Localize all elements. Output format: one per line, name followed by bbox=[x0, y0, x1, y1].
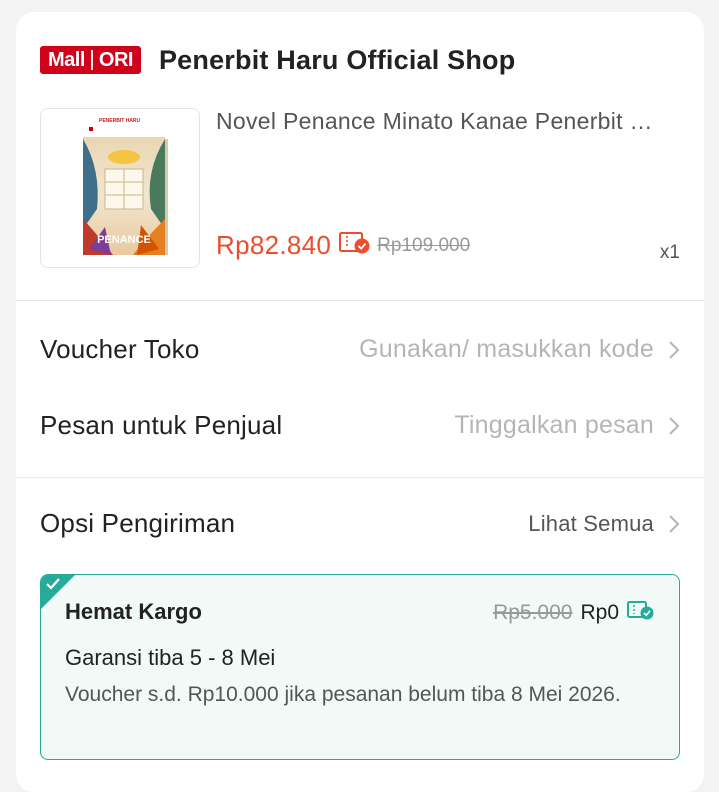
shop-name[interactable]: Penerbit Haru Official Shop bbox=[159, 45, 515, 76]
see-all-text: Lihat Semua bbox=[528, 510, 654, 536]
voucher-label: Voucher Toko bbox=[40, 334, 200, 364]
voucher-action: Gunakan/ masukkan kode bbox=[359, 335, 680, 364]
ori-badge-text: ORI bbox=[98, 48, 134, 71]
chevron-right-icon bbox=[669, 514, 680, 533]
shipping-option-name: Hemat Kargo bbox=[65, 599, 202, 624]
message-placeholder: Tinggalkan pesan bbox=[454, 411, 654, 439]
message-action: Tinggalkan pesan bbox=[454, 411, 680, 440]
mall-badge-text: Mall bbox=[48, 48, 85, 71]
message-label: Pesan untuk Penjual bbox=[40, 410, 283, 440]
shipping-option-card[interactable]: Hemat Kargo Rp5.000 Rp0 Garansi tiba 5 -… bbox=[40, 574, 680, 760]
product-title[interactable]: Novel Penance Minato Kanae Penerbit … bbox=[216, 108, 676, 135]
check-icon bbox=[46, 578, 60, 590]
voucher-placeholder: Gunakan/ masukkan kode bbox=[359, 335, 654, 363]
product-price: Rp82.840 bbox=[216, 230, 332, 260]
divider bbox=[16, 300, 704, 301]
shipping-old-price: Rp5.000 bbox=[493, 600, 573, 624]
quantity: x1 bbox=[659, 242, 680, 263]
shipping-options-row[interactable]: Opsi Pengiriman Lihat Semua bbox=[40, 508, 680, 539]
shipping-price-row: Rp5.000 Rp0 bbox=[493, 599, 655, 626]
chevron-right-icon bbox=[669, 340, 680, 359]
free-shipping-icon bbox=[627, 599, 655, 626]
cover-title: PENANCE bbox=[97, 234, 151, 246]
divider bbox=[16, 477, 704, 478]
cover-publisher: PENERBIT HARU bbox=[99, 118, 141, 124]
voucher-icon bbox=[339, 231, 371, 260]
shipping-guarantee: Garansi tiba 5 - 8 Mei bbox=[65, 645, 276, 670]
shipping-voucher-note: Voucher s.d. Rp10.000 jika pesanan belum… bbox=[65, 683, 621, 706]
mall-ori-badge: Mall ORI bbox=[40, 46, 141, 74]
see-all-link[interactable]: Lihat Semua bbox=[528, 511, 680, 537]
shop-header[interactable]: Mall ORI Penerbit Haru Official Shop bbox=[40, 42, 515, 78]
original-price: Rp109.000 bbox=[377, 234, 471, 256]
shipping-label: Opsi Pengiriman bbox=[40, 508, 236, 538]
price-row: Rp82.840 Rp109.000 bbox=[216, 230, 470, 261]
badge-separator bbox=[90, 50, 93, 70]
checkout-shop-card: Mall ORI Penerbit Haru Official Shop PEN… bbox=[16, 12, 704, 792]
chevron-right-icon bbox=[669, 416, 680, 435]
voucher-row[interactable]: Voucher Toko Gunakan/ masukkan kode bbox=[40, 334, 680, 365]
book-cover-image: PENERBIT HARU PENANCE bbox=[41, 109, 199, 267]
message-row[interactable]: Pesan untuk Penjual Tinggalkan pesan bbox=[40, 410, 680, 441]
shipping-new-price: Rp0 bbox=[580, 600, 619, 624]
product-thumbnail[interactable]: PENERBIT HARU PENANCE bbox=[40, 108, 200, 268]
